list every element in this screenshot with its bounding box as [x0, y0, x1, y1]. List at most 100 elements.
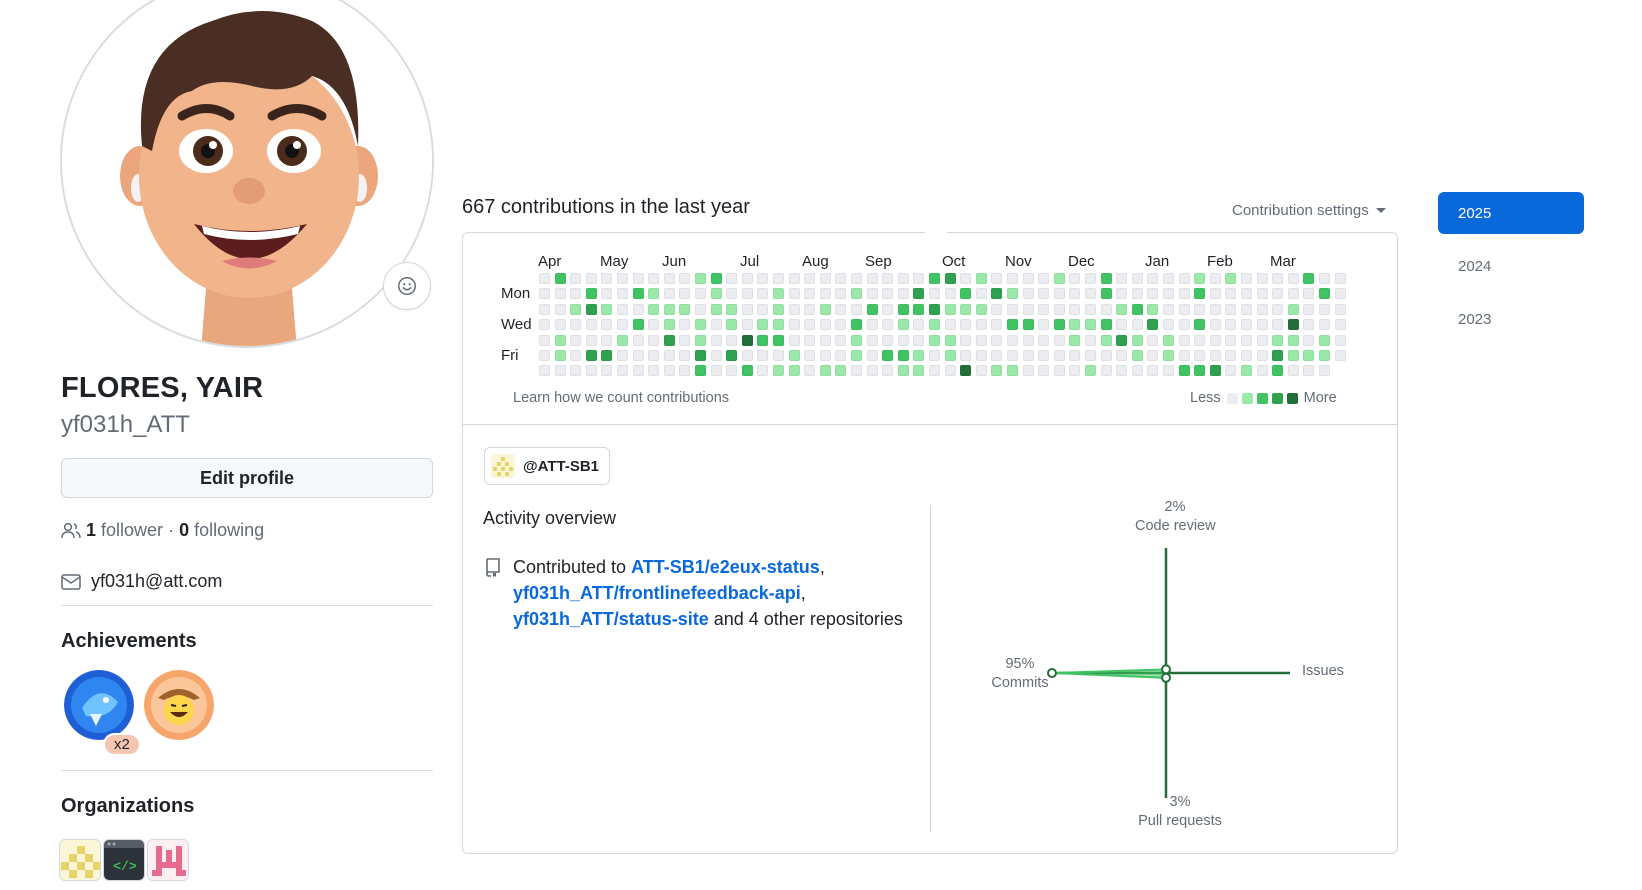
contribution-day[interactable] — [632, 319, 644, 331]
contribution-day[interactable] — [1147, 303, 1159, 315]
contribution-day[interactable] — [1225, 319, 1237, 331]
contribution-day[interactable] — [1256, 365, 1268, 377]
contribution-day[interactable] — [1163, 350, 1174, 361]
contribution-day[interactable] — [741, 350, 753, 361]
contribution-day[interactable] — [1303, 334, 1315, 346]
contribution-day[interactable] — [1194, 319, 1206, 331]
year-2023-button[interactable]: 2023 — [1438, 298, 1584, 340]
contribution-day[interactable] — [617, 350, 628, 361]
contribution-day[interactable] — [929, 288, 940, 300]
contribution-day[interactable] — [773, 350, 784, 361]
contribution-day[interactable] — [1241, 288, 1252, 300]
contribution-day[interactable] — [835, 288, 847, 300]
contribution-day[interactable] — [913, 365, 925, 377]
contribution-day[interactable] — [1163, 319, 1174, 331]
contribution-day[interactable] — [960, 319, 972, 331]
contribution-day[interactable] — [726, 303, 738, 315]
contribution-day[interactable] — [1272, 365, 1284, 377]
edit-profile-button[interactable]: Edit profile — [61, 458, 433, 498]
contribution-day[interactable] — [695, 319, 706, 331]
contribution-day[interactable] — [757, 350, 769, 361]
contribution-day[interactable] — [944, 334, 956, 346]
contribution-day[interactable] — [1053, 319, 1065, 331]
contribution-day[interactable] — [1022, 350, 1034, 361]
contribution-day[interactable] — [1287, 273, 1299, 284]
contribution-day[interactable] — [804, 273, 816, 284]
contribution-day[interactable] — [1069, 303, 1081, 315]
contribution-day[interactable] — [1241, 350, 1252, 361]
contribution-day[interactable] — [1209, 319, 1221, 331]
contribution-day[interactable] — [1147, 288, 1159, 300]
repo-link[interactable]: yf031h_ATT/frontlinefeedback-api — [513, 583, 801, 603]
contribution-day[interactable] — [882, 288, 894, 300]
contribution-day[interactable] — [1163, 303, 1174, 315]
contribution-day[interactable] — [741, 273, 753, 284]
contribution-day[interactable] — [679, 288, 691, 300]
contribution-day[interactable] — [1256, 273, 1268, 284]
contribution-day[interactable] — [897, 334, 909, 346]
contribution-day[interactable] — [1085, 319, 1096, 331]
contribution-day[interactable] — [1303, 288, 1315, 300]
contribution-day[interactable] — [554, 288, 566, 300]
contribution-day[interactable] — [757, 288, 769, 300]
contribution-day[interactable] — [851, 365, 862, 377]
contribution-day[interactable] — [1085, 288, 1096, 300]
contribution-day[interactable] — [1194, 365, 1206, 377]
contribution-day[interactable] — [944, 303, 956, 315]
contribution-day[interactable] — [913, 319, 925, 331]
contribution-day[interactable] — [1272, 319, 1284, 331]
contribution-day[interactable] — [788, 288, 800, 300]
contribution-day[interactable] — [819, 334, 831, 346]
contribution-day[interactable] — [1116, 365, 1128, 377]
contribution-day[interactable] — [1319, 365, 1330, 377]
contribution-day[interactable] — [570, 350, 582, 361]
contribution-day[interactable] — [851, 350, 862, 361]
contribution-day[interactable] — [913, 273, 925, 284]
contribution-day[interactable] — [1069, 350, 1081, 361]
contribution-day[interactable] — [1163, 365, 1174, 377]
contribution-day[interactable] — [585, 319, 597, 331]
year-2025-button[interactable]: 2025 — [1438, 192, 1584, 234]
contribution-day[interactable] — [1241, 365, 1252, 377]
contribution-day[interactable] — [648, 334, 660, 346]
contribution-day[interactable] — [1053, 350, 1065, 361]
contribution-day[interactable] — [1178, 334, 1190, 346]
contribution-day[interactable] — [897, 303, 909, 315]
contribution-day[interactable] — [570, 334, 582, 346]
contribution-day[interactable] — [804, 319, 816, 331]
contribution-day[interactable] — [835, 319, 847, 331]
contribution-day[interactable] — [1225, 350, 1237, 361]
contribution-day[interactable] — [1131, 303, 1143, 315]
contribution-day[interactable] — [601, 288, 613, 300]
contribution-day[interactable] — [1022, 365, 1034, 377]
contribution-day[interactable] — [1022, 303, 1034, 315]
contribution-day[interactable] — [1209, 350, 1221, 361]
contribution-day[interactable] — [991, 273, 1003, 284]
org-avatar-att-sb1[interactable] — [59, 839, 101, 881]
contribution-day[interactable] — [1319, 273, 1330, 284]
contribution-day[interactable] — [741, 303, 753, 315]
contribution-day[interactable] — [1334, 288, 1346, 300]
contribution-day[interactable] — [726, 350, 738, 361]
contribution-day[interactable] — [1085, 303, 1096, 315]
contribution-day[interactable] — [1225, 288, 1237, 300]
contribution-day[interactable] — [1131, 334, 1143, 346]
contribution-day[interactable] — [1131, 350, 1143, 361]
contribution-day[interactable] — [570, 303, 582, 315]
contribution-day[interactable] — [695, 334, 706, 346]
contribution-day[interactable] — [648, 273, 660, 284]
contribution-day[interactable] — [1256, 319, 1268, 331]
contribution-day[interactable] — [1178, 303, 1190, 315]
contribution-day[interactable] — [1272, 273, 1284, 284]
contribution-day[interactable] — [1319, 334, 1330, 346]
contribution-day[interactable] — [835, 334, 847, 346]
contribution-day[interactable] — [1178, 288, 1190, 300]
contribution-day[interactable] — [835, 273, 847, 284]
contribution-day[interactable] — [1085, 365, 1096, 377]
contribution-day[interactable] — [632, 273, 644, 284]
contribution-day[interactable] — [788, 319, 800, 331]
contribution-day[interactable] — [866, 365, 878, 377]
contribution-day[interactable] — [788, 365, 800, 377]
contribution-day[interactable] — [539, 288, 550, 300]
contribution-day[interactable] — [679, 334, 691, 346]
